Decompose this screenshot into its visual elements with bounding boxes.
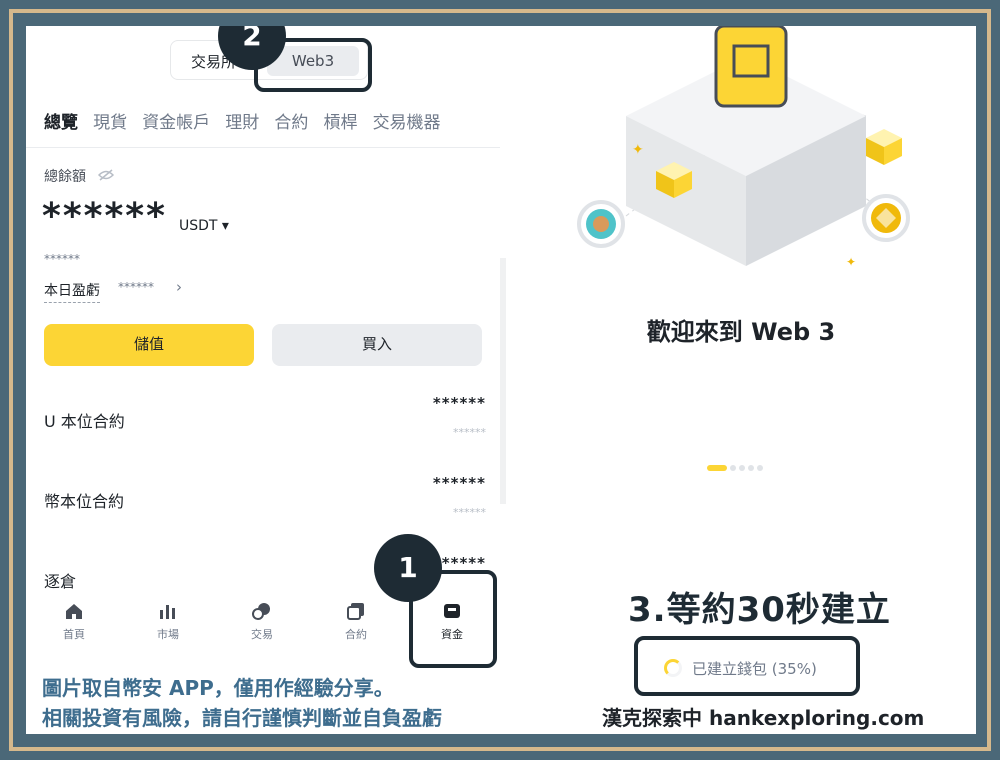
- tab-futures[interactable]: 合約: [274, 108, 308, 133]
- carousel-dot-active: [707, 465, 727, 471]
- nav-home-label: 首頁: [63, 628, 85, 641]
- tabs-divider: [26, 147, 500, 148]
- web3-isometric-illustration: ✦ ✦: [577, 26, 910, 269]
- tab-earn[interactable]: 理財: [225, 108, 259, 133]
- nav-futures-label: 合約: [345, 628, 367, 641]
- tab-trading-bots[interactable]: 交易機器: [373, 108, 441, 133]
- tab-overview[interactable]: 總覽: [44, 108, 78, 133]
- loading-spinner-icon: [664, 659, 682, 677]
- tab-funding[interactable]: 資金帳戶: [142, 108, 210, 133]
- usdm-futures-row-title[interactable]: U 本位合約: [44, 408, 125, 432]
- step-3-note: 3.等約30秒建立: [628, 590, 891, 630]
- nav-home[interactable]: 首頁: [44, 602, 104, 642]
- total-balance-text: 總餘額: [44, 169, 86, 185]
- nav-trade-label: 交易: [251, 628, 273, 641]
- isolated-margin-row-title[interactable]: 逐倉: [44, 568, 76, 592]
- disclaimer-line-2: 相關投資有風險，請自行謹慎判斷並自負盈虧: [42, 706, 442, 730]
- nav-markets-label: 市場: [157, 628, 179, 641]
- trade-icon: [232, 602, 292, 626]
- hide-balance-eye-icon[interactable]: [98, 169, 115, 185]
- nav-markets[interactable]: 市場: [138, 602, 198, 642]
- coinm-futures-subvalue: ******: [453, 506, 486, 519]
- daily-pnl-value: ******: [118, 280, 154, 294]
- carousel-dot: [757, 465, 763, 471]
- deposit-button[interactable]: 儲值: [44, 324, 254, 366]
- carousel-dot: [748, 465, 754, 471]
- coinm-futures-value: ******: [432, 474, 486, 492]
- usdm-futures-value: ******: [432, 394, 486, 412]
- step-1-badge: 1: [374, 534, 442, 602]
- disclaimer-line-1: 圖片取自幣安 APP，僅用作經驗分享。: [42, 676, 394, 700]
- currency-selector[interactable]: USDT ▾: [179, 218, 229, 234]
- futures-icon: [326, 602, 386, 626]
- buy-button[interactable]: 買入: [272, 324, 482, 366]
- wallet-status-text: 已建立錢包 (35%): [692, 660, 817, 678]
- scrollbar[interactable]: [500, 258, 506, 504]
- welcome-title: 歡迎來到 Web 3: [646, 318, 836, 346]
- carousel-dot: [730, 465, 736, 471]
- wallet-creation-status: 已建立錢包 (35%): [634, 636, 860, 696]
- usdm-futures-subvalue: ******: [453, 426, 486, 439]
- svg-text:✦: ✦: [632, 142, 644, 158]
- home-icon: [44, 602, 104, 626]
- svg-text:✦: ✦: [846, 255, 856, 269]
- site-brand: 漢克探索中 hankexploring.com: [602, 706, 925, 730]
- nav-futures[interactable]: 合約: [326, 602, 386, 642]
- tab-margin[interactable]: 槓桿: [323, 108, 357, 133]
- daily-pnl-label[interactable]: 本日盈虧: [44, 280, 100, 303]
- total-balance-value: ******: [42, 196, 167, 237]
- carousel-indicator[interactable]: [707, 456, 766, 471]
- total-balance-label: 總餘額: [44, 166, 115, 186]
- market-chart-icon: [138, 602, 198, 626]
- asset-tabs: 總覽 現貨 資金帳戶 理財 合約 槓桿 交易機器: [44, 108, 451, 138]
- nav-trade[interactable]: 交易: [232, 602, 292, 642]
- tab-spot[interactable]: 現貨: [93, 108, 127, 133]
- screenshot-panel: 交易所 Web3 總覽 現貨 資金帳戶 理財 合約 槓桿 交易機器 總餘額 **…: [26, 26, 976, 734]
- carousel-dot: [739, 465, 745, 471]
- chevron-right-icon[interactable]: ›: [176, 278, 182, 296]
- coinm-futures-row-title[interactable]: 幣本位合約: [44, 488, 124, 512]
- balance-fiat-value: ******: [44, 252, 80, 266]
